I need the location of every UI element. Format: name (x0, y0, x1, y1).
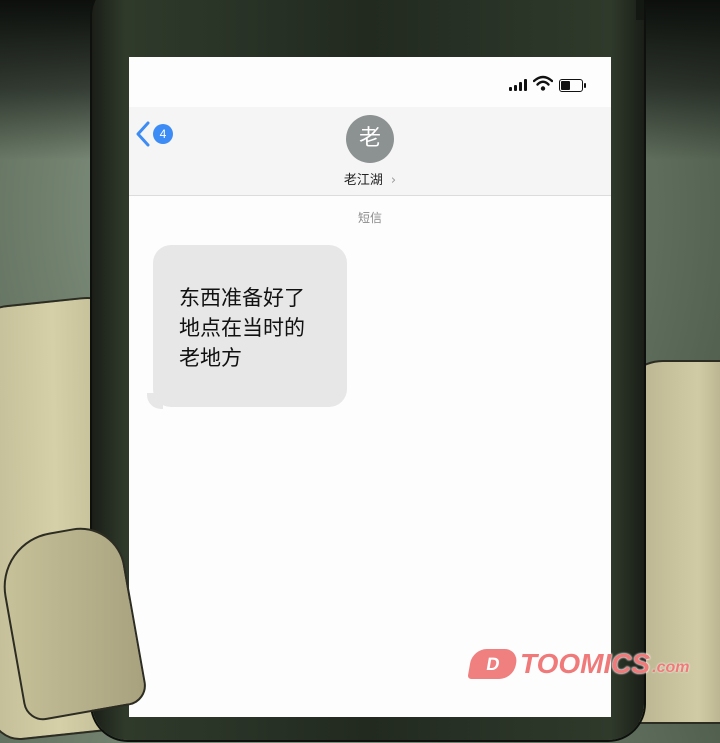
message-line: 老地方 (179, 346, 242, 370)
unread-count-badge: 4 (153, 124, 173, 144)
chevron-left-icon (135, 121, 151, 147)
watermark: D TOOMICS .com (467, 642, 690, 686)
watermark-logo-icon: D (467, 649, 519, 679)
phone-side-button (636, 0, 644, 20)
wifi-icon (532, 75, 554, 96)
conversation-header: 4 老 老江湖 › (129, 107, 611, 196)
phone-screen: 4 老 老江湖 › 短信 东西准备好了 地点在当时的 老地方 (129, 57, 611, 717)
message-text: 东西准备好了 地点在当时的 老地方 (179, 283, 339, 373)
contact-name-row[interactable]: 老江湖 › (129, 169, 611, 188)
incoming-message-bubble[interactable]: 东西准备好了 地点在当时的 老地方 (153, 245, 347, 407)
watermark-domain: .com (652, 659, 690, 676)
contact-name: 老江湖 (343, 173, 383, 188)
back-button[interactable]: 4 (135, 119, 173, 149)
chevron-right-icon: › (390, 173, 397, 188)
service-label: 短信 (357, 211, 382, 225)
message-line: 东西准备好了 (179, 286, 305, 310)
contact-avatar[interactable]: 老 (346, 115, 394, 163)
watermark-brand: TOOMICS (520, 648, 651, 679)
status-bar (129, 57, 611, 107)
signal-icon (509, 79, 529, 91)
message-line: 地点在当时的 (179, 316, 305, 340)
battery-icon (559, 79, 586, 92)
